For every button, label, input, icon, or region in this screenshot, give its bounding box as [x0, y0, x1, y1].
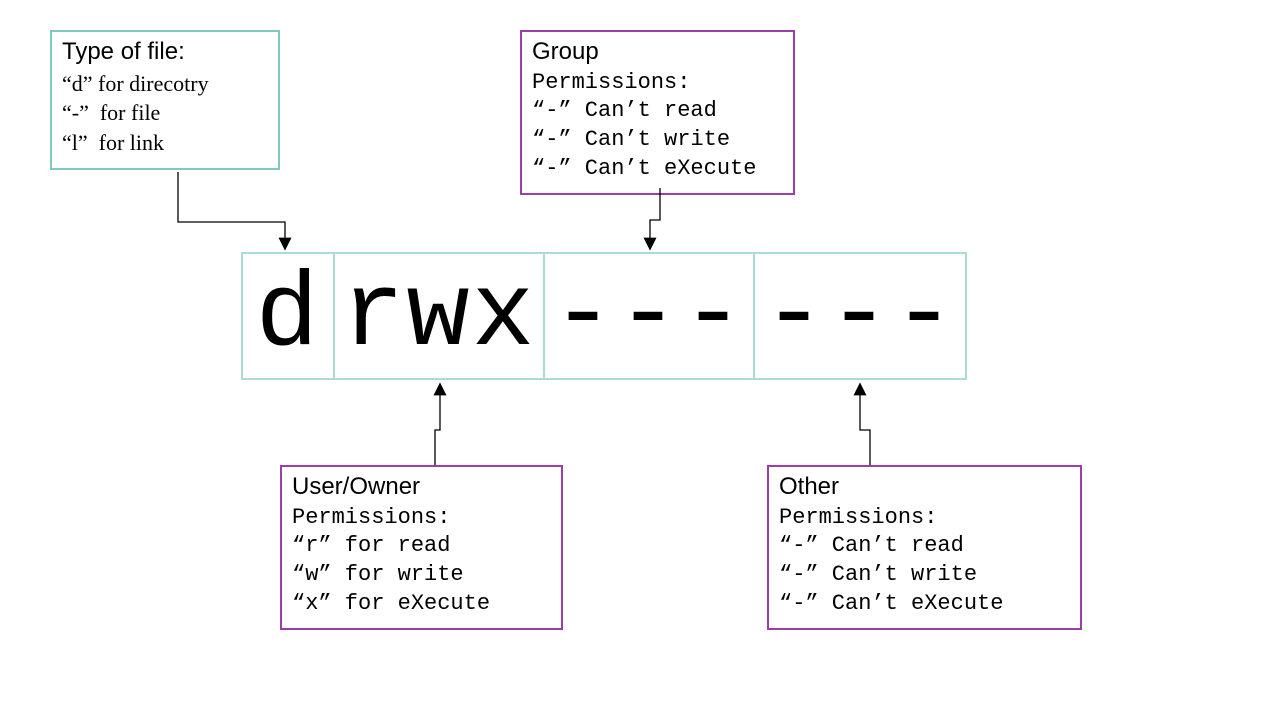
user-line-2: “w” for write — [292, 561, 551, 590]
group-line-3: “-” Can’t eXecute — [532, 155, 783, 184]
group-line-1: “-” Can’t read — [532, 97, 783, 126]
other-line-1: “-” Can’t read — [779, 532, 1070, 561]
group-sub: Permissions: — [532, 69, 783, 98]
arrow-other — [860, 385, 870, 465]
arrow-user — [435, 385, 440, 465]
arrow-group — [650, 188, 660, 248]
user-callout: User/Owner Permissions: “r” for read “w”… — [280, 465, 563, 630]
group-line-2: “-” Can’t write — [532, 126, 783, 155]
perm-user-cell: rwx — [335, 254, 545, 378]
type-line-3: “l” for link — [62, 128, 268, 158]
user-sub: Permissions: — [292, 504, 551, 533]
diagram-stage: Type of file: “d” for direcotry “-” for … — [0, 0, 1280, 720]
type-callout: Type of file: “d” for direcotry “-” for … — [50, 30, 280, 170]
other-line-2: “-” Can’t write — [779, 561, 1070, 590]
perm-group-cell: --- — [545, 254, 755, 378]
other-sub: Permissions: — [779, 504, 1070, 533]
group-title: Group — [532, 38, 783, 67]
user-line-1: “r” for read — [292, 532, 551, 561]
arrow-type — [178, 172, 285, 248]
other-callout: Other Permissions: “-” Can’t read “-” Ca… — [767, 465, 1082, 630]
type-title: Type of file: — [62, 38, 268, 67]
perm-type-cell: d — [243, 254, 335, 378]
type-line-1: “d” for direcotry — [62, 69, 268, 99]
perm-other-cell: --- — [755, 254, 965, 378]
user-line-3: “x” for eXecute — [292, 590, 551, 619]
group-callout: Group Permissions: “-” Can’t read “-” Ca… — [520, 30, 795, 195]
permission-string: d rwx --- --- — [241, 252, 967, 380]
user-title: User/Owner — [292, 473, 551, 502]
other-title: Other — [779, 473, 1070, 502]
other-line-3: “-” Can’t eXecute — [779, 590, 1070, 619]
type-line-2: “-” for file — [62, 98, 268, 128]
